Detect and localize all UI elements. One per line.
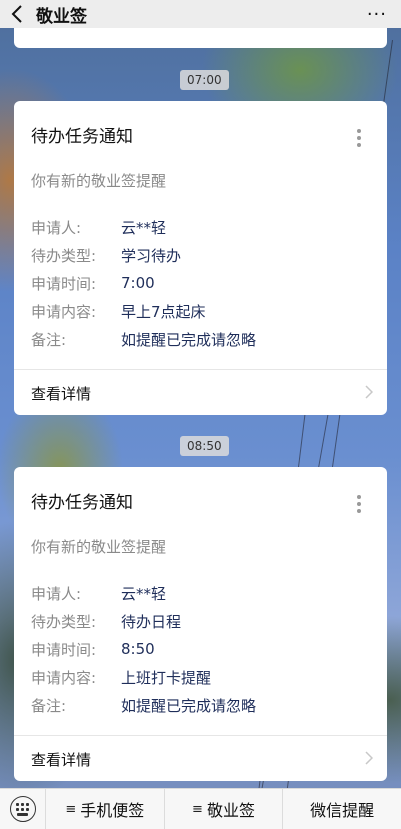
menu-tab-phone-notes[interactable]: ≡ 手机便签 bbox=[46, 789, 165, 829]
field-row: 待办类型: 待办日程 bbox=[31, 610, 181, 632]
field-value: 云**轻 bbox=[121, 584, 167, 603]
field-label: 申请人: bbox=[31, 584, 82, 603]
notification-card[interactable]: 待办任务通知 你有新的敬业签提醒 申请人: 云**轻 待办类型: 待办日程 申请… bbox=[14, 467, 387, 781]
card-more-icon[interactable] bbox=[357, 495, 361, 517]
field-row: 申请时间: 8:50 bbox=[31, 638, 155, 660]
back-button[interactable] bbox=[0, 0, 34, 28]
field-label: 备注: bbox=[31, 330, 67, 349]
more-options-button[interactable]: ··· bbox=[367, 4, 387, 25]
chat-header: 敬业签 ··· bbox=[0, 0, 401, 28]
field-value: 学习待办 bbox=[121, 246, 182, 265]
menu-list-icon: ≡ bbox=[65, 801, 77, 817]
field-row: 备注: 如提醒已完成请忽略 bbox=[31, 328, 256, 350]
field-value: 上班打卡提醒 bbox=[121, 668, 212, 687]
field-value: 早上7点起床 bbox=[121, 302, 206, 321]
field-label: 备注: bbox=[31, 696, 67, 715]
menu-tab-wechat-reminder[interactable]: 微信提醒 bbox=[283, 789, 401, 829]
field-row: 申请内容: 上班打卡提醒 bbox=[31, 666, 211, 688]
card-more-icon[interactable] bbox=[357, 129, 361, 151]
card-subtitle: 你有新的敬业签提醒 bbox=[31, 538, 167, 556]
keyboard-icon bbox=[9, 796, 36, 822]
field-label: 申请内容: bbox=[31, 302, 97, 321]
chevron-right-icon bbox=[365, 751, 373, 765]
field-value: 如提醒已完成请忽略 bbox=[121, 330, 257, 349]
field-row: 备注: 如提醒已完成请忽略 bbox=[31, 694, 256, 716]
view-details-link[interactable]: 查看详情 bbox=[14, 370, 387, 415]
card-subtitle: 你有新的敬业签提醒 bbox=[31, 172, 167, 190]
field-value: 7:00 bbox=[121, 274, 155, 292]
view-details-label: 查看详情 bbox=[31, 385, 92, 403]
view-details-label: 查看详情 bbox=[31, 751, 92, 769]
field-row: 申请人: 云**轻 bbox=[31, 216, 166, 238]
field-label: 申请时间: bbox=[31, 640, 97, 659]
chevron-right-icon bbox=[365, 385, 373, 399]
view-details-link[interactable]: 查看详情 bbox=[14, 736, 387, 781]
message-timestamp: 08:50 bbox=[180, 436, 229, 456]
field-label: 申请人: bbox=[31, 218, 82, 237]
field-row: 申请人: 云**轻 bbox=[31, 582, 166, 604]
field-value: 如提醒已完成请忽略 bbox=[121, 696, 257, 715]
page-title: 敬业签 bbox=[36, 6, 87, 27]
field-value: 云**轻 bbox=[121, 218, 167, 237]
field-value: 待办日程 bbox=[121, 612, 182, 631]
field-label: 待办类型: bbox=[31, 612, 97, 631]
field-label: 申请内容: bbox=[31, 668, 97, 687]
field-value: 8:50 bbox=[121, 640, 155, 658]
bottom-menu-bar: ≡ 手机便签 ≡ 敬业签 微信提醒 bbox=[0, 788, 401, 829]
keyboard-toggle-button[interactable] bbox=[0, 789, 46, 829]
menu-tab-jingyeqian[interactable]: ≡ 敬业签 bbox=[165, 789, 284, 829]
menu-tab-label: 敬业签 bbox=[206, 801, 255, 820]
field-label: 待办类型: bbox=[31, 246, 97, 265]
card-title: 待办任务通知 bbox=[31, 127, 133, 147]
menu-tab-label: 微信提醒 bbox=[310, 801, 375, 820]
notification-card[interactable]: 待办任务通知 你有新的敬业签提醒 申请人: 云**轻 待办类型: 学习待办 申请… bbox=[14, 101, 387, 415]
field-label: 申请时间: bbox=[31, 274, 97, 293]
message-timestamp: 07:00 bbox=[180, 70, 229, 90]
field-row: 申请时间: 7:00 bbox=[31, 272, 155, 294]
field-row: 申请内容: 早上7点起床 bbox=[31, 300, 206, 322]
menu-list-icon: ≡ bbox=[192, 801, 203, 817]
field-row: 待办类型: 学习待办 bbox=[31, 244, 181, 266]
card-title: 待办任务通知 bbox=[31, 493, 133, 513]
menu-tab-label: 手机便签 bbox=[80, 801, 145, 820]
chevron-left-icon bbox=[11, 5, 22, 23]
previous-message-card bbox=[14, 28, 387, 48]
